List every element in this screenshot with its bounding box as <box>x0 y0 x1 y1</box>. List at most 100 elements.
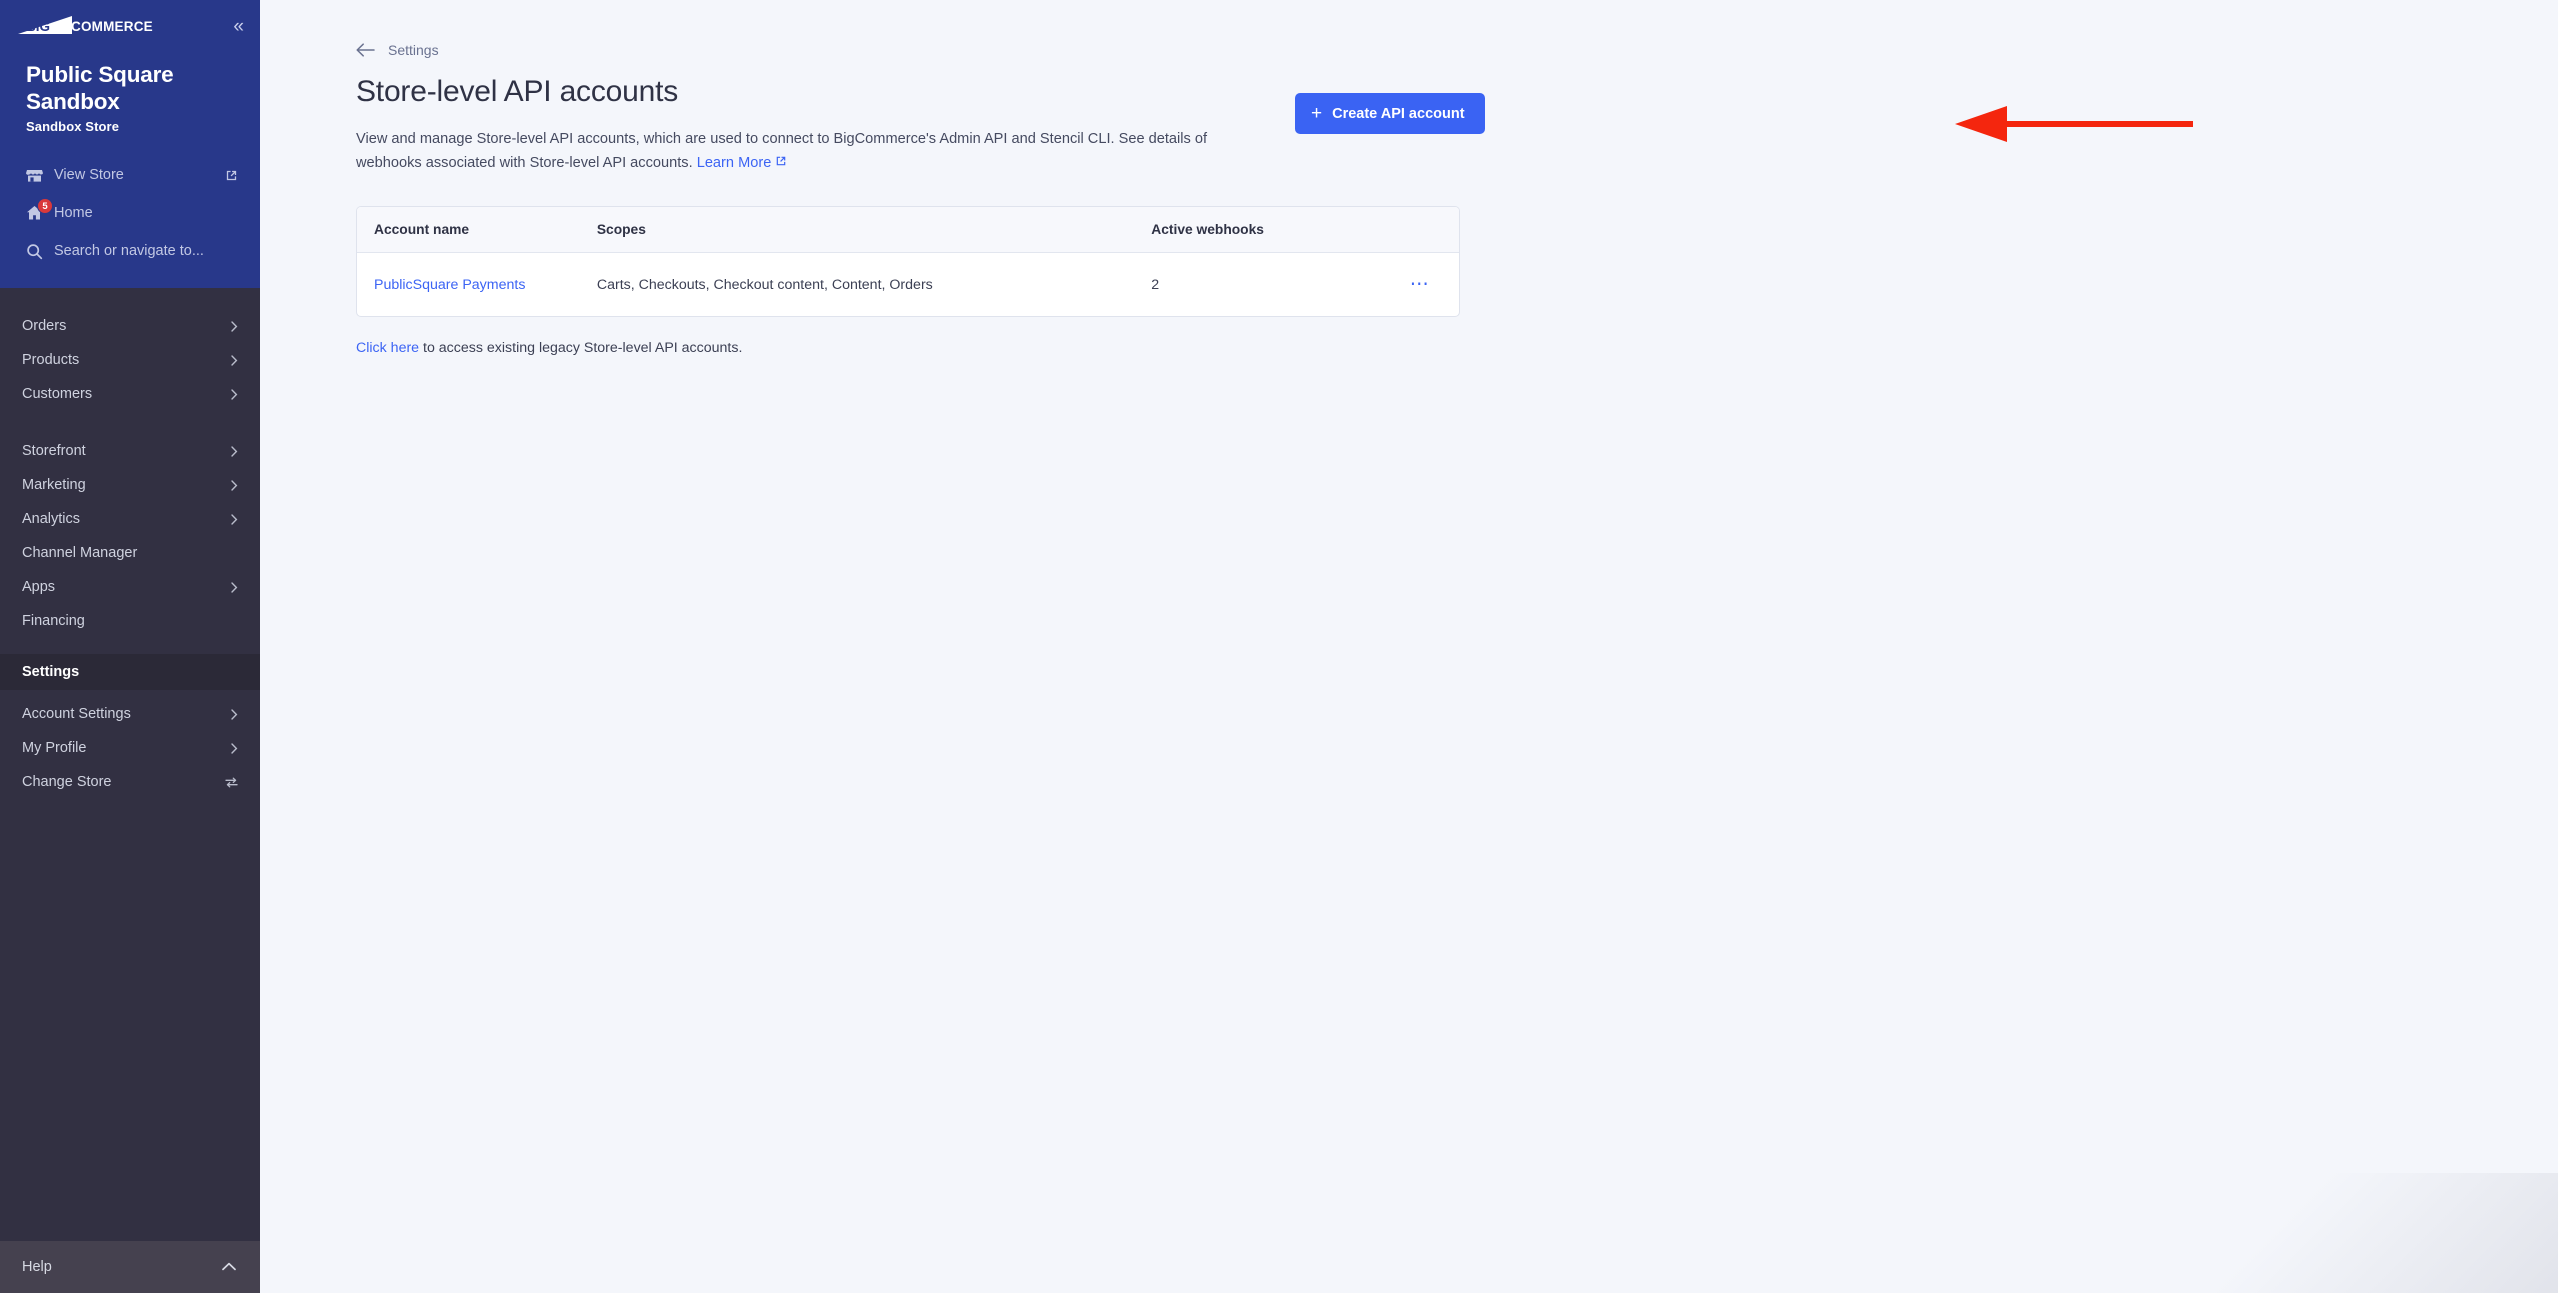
table-body: PublicSquare Payments Carts, Checkouts, … <box>357 253 1459 317</box>
sidebar-item-label: Channel Manager <box>22 545 138 562</box>
chevron-right-icon <box>231 513 238 525</box>
page-title: Store-level API accounts <box>356 75 679 108</box>
cell-active-webhooks: 2 <box>1151 276 1160 293</box>
app-root: BIG COMMERCE « Public Square Sandbox San… <box>0 0 2558 1293</box>
sidebar-section-settings[interactable]: Settings <box>0 654 260 691</box>
chevron-right-icon <box>231 708 238 720</box>
sidebar-help-button[interactable]: Help <box>0 1241 260 1293</box>
cell-actions: ⋯ <box>1381 253 1459 317</box>
sidebar-item-label: Orders <box>22 318 67 335</box>
search-icon <box>26 243 54 260</box>
external-link-icon <box>225 169 238 182</box>
sidebar-item-analytics[interactable]: Analytics <box>0 502 260 536</box>
sidebar-item-label: Home <box>54 205 93 222</box>
help-label: Help <box>22 1259 52 1275</box>
chevron-right-icon <box>231 388 238 400</box>
store-icon <box>26 167 54 183</box>
sidebar-item-financing[interactable]: Financing <box>0 604 260 638</box>
sidebar-item-label: Apps <box>22 579 56 596</box>
learn-more-label: Learn More <box>696 154 772 171</box>
sidebar-item-home[interactable]: 5 Home <box>0 194 260 232</box>
sidebar-item-account-settings[interactable]: Account Settings <box>0 697 260 731</box>
collapse-sidebar-icon[interactable]: « <box>233 17 243 36</box>
ellipsis-icon[interactable]: ⋯ <box>1410 274 1431 295</box>
learn-more-link[interactable]: Learn More <box>697 152 788 176</box>
sidebar-item-storefront[interactable]: Storefront <box>0 434 260 468</box>
breadcrumb[interactable]: Settings <box>356 42 439 58</box>
table-header-row: Account name Scopes Active webhooks <box>357 207 1459 254</box>
account-name-link[interactable]: PublicSquare Payments <box>374 277 525 293</box>
sidebar-section-label: Settings <box>22 664 80 681</box>
sidebar-item-label: View Store <box>54 167 124 184</box>
home-notification-badge: 5 <box>37 198 53 215</box>
switch-icon <box>225 777 238 788</box>
sidebar-search[interactable]: Search or navigate to... <box>0 232 260 270</box>
sidebar-item-label: Financing <box>22 613 85 630</box>
sidebar-quick-links: View Store 5 Home Search or navigate to.… <box>0 138 260 280</box>
nav-group-settings: Account Settings My Profile Change Store <box>0 690 260 806</box>
main-content: Settings Store-level API accounts View a… <box>260 0 2558 1293</box>
page-header-left: Store-level API accounts View and manage… <box>356 74 1236 175</box>
chevron-right-icon <box>231 479 238 491</box>
sidebar-item-change-store[interactable]: Change Store <box>0 765 260 799</box>
store-info: Public Square Sandbox Sandbox Store <box>0 52 260 138</box>
sidebar-item-label: Storefront <box>22 443 86 460</box>
external-link-icon <box>775 152 787 176</box>
sidebar-item-apps[interactable]: Apps <box>0 570 260 604</box>
corner-gradient <box>2138 1173 2558 1293</box>
sidebar-item-marketing[interactable]: Marketing <box>0 468 260 502</box>
sidebar-item-my-profile[interactable]: My Profile <box>0 731 260 765</box>
bigcommerce-logo[interactable]: BIG COMMERCE <box>16 13 154 39</box>
sidebar-navigation: Orders Products Customers Storefront Mar… <box>0 288 260 806</box>
nav-divider <box>0 422 260 423</box>
store-name: Public Square Sandbox <box>26 62 174 114</box>
create-api-account-label: Create API account <box>1332 105 1465 122</box>
sidebar-item-label: Products <box>22 352 80 369</box>
svg-text:BIG: BIG <box>26 19 50 34</box>
sidebar-search-label: Search or navigate to... <box>54 243 204 260</box>
chevron-right-icon <box>231 320 238 332</box>
sidebar-item-label: My Profile <box>22 740 87 757</box>
svg-text:COMMERCE: COMMERCE <box>71 19 153 34</box>
table-head: Account name Scopes Active webhooks <box>357 207 1459 254</box>
sidebar-item-label: Analytics <box>22 511 81 528</box>
sidebar-item-label: Account Settings <box>22 706 131 723</box>
api-accounts-table: Account name Scopes Active webhooks Publ… <box>357 207 1459 316</box>
column-header-actions <box>1381 207 1459 254</box>
sidebar-item-view-store[interactable]: View Store <box>0 156 260 194</box>
plus-icon: + <box>1311 103 1323 124</box>
cell-scopes: Carts, Checkouts, Checkout content, Cont… <box>596 276 933 293</box>
chevron-right-icon <box>231 742 238 754</box>
create-api-account-button[interactable]: + Create API account <box>1295 93 1485 134</box>
api-accounts-table-card: Account name Scopes Active webhooks Publ… <box>356 206 1460 318</box>
chevron-right-icon <box>231 354 238 366</box>
table-row: PublicSquare Payments Carts, Checkouts, … <box>357 253 1459 317</box>
page-header-row: Store-level API accounts View and manage… <box>356 74 2558 175</box>
sidebar: BIG COMMERCE « Public Square Sandbox San… <box>0 0 260 1293</box>
sidebar-logo-row: BIG COMMERCE « <box>0 0 260 52</box>
nav-divider <box>0 649 260 650</box>
page-description: View and manage Store-level API accounts… <box>356 128 1236 175</box>
sidebar-item-products[interactable]: Products <box>0 343 260 377</box>
column-header-active-webhooks: Active webhooks <box>1151 207 1382 254</box>
sidebar-item-customers[interactable]: Customers <box>0 377 260 411</box>
chevron-right-icon <box>231 445 238 457</box>
column-header-account-name: Account name <box>357 207 597 254</box>
home-icon: 5 <box>26 198 54 221</box>
sidebar-item-label: Change Store <box>22 774 112 791</box>
legacy-accounts-text: to access existing legacy Store-level AP… <box>419 340 743 357</box>
back-arrow-icon <box>356 43 375 57</box>
breadcrumb-label: Settings <box>388 42 439 58</box>
sidebar-item-label: Marketing <box>22 477 86 494</box>
sidebar-item-label: Customers <box>22 386 93 403</box>
nav-group-tools: Storefront Marketing Analytics Channel M… <box>0 427 260 645</box>
sidebar-top-section: BIG COMMERCE « Public Square Sandbox San… <box>0 0 260 289</box>
sidebar-item-channel-manager[interactable]: Channel Manager <box>0 536 260 570</box>
cell-account-name: PublicSquare Payments <box>357 253 597 317</box>
legacy-accounts-note: Click here to access existing legacy Sto… <box>356 340 2558 356</box>
column-header-scopes: Scopes <box>596 207 1152 254</box>
legacy-accounts-link[interactable]: Click here <box>356 340 419 356</box>
chevron-right-icon <box>231 581 238 593</box>
store-type: Sandbox Store <box>26 119 120 135</box>
sidebar-item-orders[interactable]: Orders <box>0 309 260 343</box>
